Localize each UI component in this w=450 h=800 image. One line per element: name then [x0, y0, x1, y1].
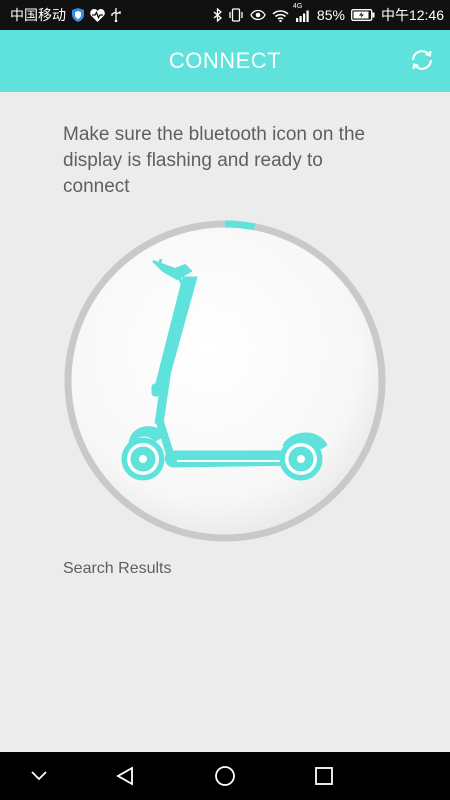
page-title: CONNECT	[168, 48, 282, 73]
scanner-disc	[71, 227, 379, 535]
home-circle-icon	[215, 766, 235, 786]
recents-square-icon	[315, 767, 333, 785]
status-bar: 中国移动 4G 85% 中午12:46	[0, 0, 450, 30]
app-header: CONNECT	[0, 30, 450, 92]
status-bar-right: 4G 85% 中午12:46	[213, 3, 444, 25]
nav-back-button[interactable]	[110, 762, 140, 790]
carrier-name: 中国移动	[10, 7, 66, 23]
nav-home-button[interactable]	[210, 762, 240, 790]
battery-charging-icon	[351, 9, 375, 21]
chevron-down-icon	[31, 771, 47, 781]
refresh-icon	[412, 50, 432, 70]
back-triangle-icon	[116, 766, 133, 786]
nav-collapse-button[interactable]	[24, 762, 54, 790]
connect-instructions: Make sure the bluetooth icon on the disp…	[63, 124, 366, 197]
cellular-signal-icon: 4G	[293, 3, 311, 22]
scanner-circle	[63, 219, 387, 543]
network-type: 4G	[292, 2, 303, 10]
system-nav-bar	[0, 752, 450, 800]
heart-monitor-icon	[90, 8, 105, 22]
search-results-heading: Search Results	[63, 560, 172, 577]
vibrate-icon	[228, 8, 244, 22]
battery-percent: 85%	[316, 7, 345, 23]
nav-recents-button[interactable]	[309, 762, 339, 790]
usb-icon	[111, 8, 121, 22]
status-time: 中午12:46	[380, 7, 444, 23]
eye-icon	[250, 9, 266, 21]
refresh-button[interactable]	[408, 46, 436, 74]
status-bar-left: 中国移动	[10, 5, 121, 25]
wifi-icon	[272, 9, 289, 22]
bluetooth-icon	[213, 8, 222, 22]
shield-icon	[72, 8, 84, 22]
